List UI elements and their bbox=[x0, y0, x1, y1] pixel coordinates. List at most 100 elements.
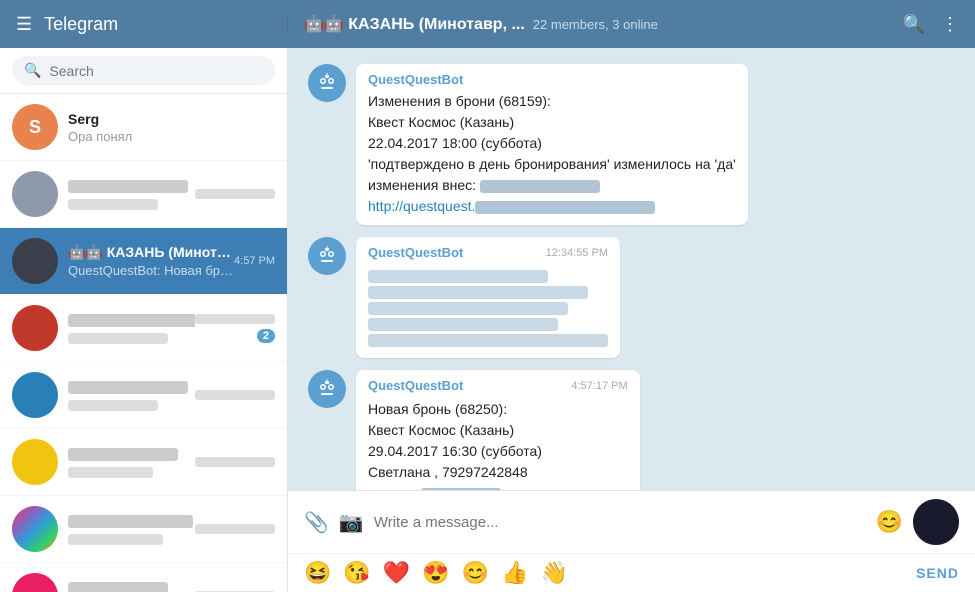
chat-meta bbox=[195, 188, 275, 200]
chat-meta bbox=[195, 389, 275, 401]
emoji-heart[interactable]: ❤️ bbox=[383, 560, 410, 586]
chat-item[interactable] bbox=[0, 161, 287, 228]
chat-time: 4:57 PM bbox=[234, 255, 275, 267]
search-input-wrapper[interactable]: 🔍 bbox=[12, 56, 275, 85]
msg-time-booking: 4:57:17 PM bbox=[571, 380, 627, 392]
chat-name bbox=[68, 580, 195, 592]
message-bubble-booking: QuestQuestBot 4:57:17 PM Новая бронь (68… bbox=[356, 370, 640, 490]
photo-icon[interactable]: 📷 bbox=[339, 510, 364, 535]
search-icon-top[interactable]: 🔍 bbox=[903, 14, 925, 35]
chat-info-col: 🤖🤖 КАЗАНЬ (Минотавр, ... QuestQuestBot: … bbox=[68, 244, 234, 278]
chat-time bbox=[195, 389, 275, 401]
chat-info-header: 🤖🤖 КАЗАНЬ (Минотавр, ... 22 members, 3 o… bbox=[304, 14, 658, 34]
chat-meta: 2 bbox=[195, 313, 275, 343]
sidebar: 🔍 S Serg Ора понял bbox=[0, 48, 288, 592]
chat-info-col bbox=[68, 312, 195, 345]
chat-preview bbox=[68, 397, 195, 412]
chat-info-col: You: ну в счет воялти зачте... bbox=[68, 580, 195, 592]
unread-badge: 2 bbox=[257, 329, 275, 343]
app-title: Telegram bbox=[44, 14, 118, 35]
chat-preview: Ора понял bbox=[68, 129, 275, 144]
search-input[interactable] bbox=[49, 63, 263, 79]
msg-link[interactable]: http://questquest. bbox=[368, 198, 475, 214]
chat-info-col bbox=[68, 178, 195, 211]
chat-item[interactable]: You: ну в счет воялти зачте... bbox=[0, 563, 287, 592]
chat-preview: QuestQuestBot: Новая брон... bbox=[68, 263, 234, 278]
chat-time bbox=[195, 313, 275, 325]
avatar: S bbox=[12, 104, 58, 150]
emoji-laughing[interactable]: 😆 bbox=[304, 560, 331, 586]
chat-members: 22 members, 3 online bbox=[533, 17, 658, 32]
chat-meta bbox=[195, 456, 275, 468]
chat-preview bbox=[68, 531, 195, 546]
chat-item[interactable]: S Serg Ора понял bbox=[0, 94, 287, 161]
chat-preview bbox=[68, 330, 195, 345]
chat-item-active[interactable]: 🤖🤖 КАЗАНЬ (Минотавр, ... QuestQuestBot: … bbox=[0, 228, 287, 295]
emoji-bar: 😆 😘 ❤️ 😍 😊 👍 👋 SEND bbox=[288, 553, 975, 592]
emoji-thumbsup[interactable]: 👍 bbox=[501, 560, 528, 586]
chat-preview bbox=[68, 196, 195, 211]
top-icons: 🔍 ⋮ bbox=[903, 14, 959, 35]
emoji-love-eyes[interactable]: 😍 bbox=[422, 560, 449, 586]
emoji-wave[interactable]: 👋 bbox=[540, 560, 567, 586]
message-group: QuestQuestBot Изменения в брони (68159):… bbox=[308, 64, 955, 225]
avatar bbox=[12, 439, 58, 485]
chat-info-col bbox=[68, 379, 195, 412]
chat-preview bbox=[68, 464, 195, 479]
msg-sender: QuestQuestBot bbox=[368, 72, 736, 87]
search-bar: 🔍 bbox=[0, 48, 287, 94]
chat-time bbox=[195, 188, 275, 200]
chat-info-col bbox=[68, 446, 195, 479]
hamburger-icon[interactable]: ☰ bbox=[16, 14, 32, 35]
chat-meta: 4:57 PM bbox=[234, 255, 275, 267]
chat-time bbox=[195, 523, 275, 535]
main-layout: 🔍 S Serg Ора понял bbox=[0, 48, 975, 592]
input-bar: 📎 📷 😊 bbox=[288, 490, 975, 553]
blurred-message: QuestQuestBot 12:34:55 PM bbox=[356, 237, 620, 358]
message-group-booking: QuestQuestBot 4:57:17 PM Новая бронь (68… bbox=[308, 370, 955, 490]
user-avatar-input bbox=[913, 499, 959, 545]
chat-name bbox=[68, 446, 195, 462]
avatar bbox=[12, 573, 58, 592]
message-bubble-inner: QuestQuestBot Изменения в брони (68159):… bbox=[356, 64, 748, 225]
emoji-group: 😆 😘 ❤️ 😍 😊 👍 👋 bbox=[304, 560, 568, 586]
message-bubble-inner-booking: QuestQuestBot 4:57:17 PM Новая бронь (68… bbox=[356, 370, 640, 490]
message-bubble: QuestQuestBot Изменения в брони (68159):… bbox=[356, 64, 748, 225]
msg-sender: QuestQuestBot bbox=[368, 378, 463, 393]
attach-icon[interactable]: 📎 bbox=[304, 510, 329, 535]
msg-text: Изменения в брони (68159): Квест Космос … bbox=[368, 91, 736, 217]
chat-area: QuestQuestBot Изменения в брони (68159):… bbox=[288, 48, 975, 592]
avatar bbox=[12, 506, 58, 552]
chat-name: 🤖🤖 КАЗАНЬ (Минотавр, ... bbox=[68, 244, 234, 261]
chat-list: S Serg Ора понял bbox=[0, 94, 287, 592]
msg-text-booking: Новая бронь (68250): Квест Космос (Казан… bbox=[368, 399, 628, 490]
chat-name bbox=[68, 513, 195, 529]
emoji-button[interactable]: 😊 bbox=[876, 509, 903, 535]
emoji-smile[interactable]: 😊 bbox=[462, 560, 489, 586]
message-group-blurred: QuestQuestBot 12:34:55 PM bbox=[308, 237, 955, 358]
chat-item[interactable] bbox=[0, 362, 287, 429]
avatar bbox=[12, 372, 58, 418]
emoji-kiss[interactable]: 😘 bbox=[343, 560, 370, 586]
chat-name bbox=[68, 178, 195, 194]
send-button[interactable]: SEND bbox=[916, 565, 959, 581]
message-input[interactable] bbox=[374, 514, 866, 531]
bot-avatar bbox=[308, 237, 346, 275]
top-bar-left: ☰ Telegram bbox=[0, 14, 288, 35]
top-bar: ☰ Telegram 🤖🤖 КАЗАНЬ (Минотавр, ... 22 m… bbox=[0, 0, 975, 48]
chat-meta bbox=[195, 523, 275, 535]
chat-item[interactable]: 2 bbox=[0, 295, 287, 362]
bot-avatar bbox=[308, 64, 346, 102]
avatar bbox=[12, 171, 58, 217]
chat-name bbox=[68, 312, 195, 328]
more-options-icon[interactable]: ⋮ bbox=[941, 14, 959, 35]
chat-item[interactable] bbox=[0, 496, 287, 563]
bot-avatar bbox=[308, 370, 346, 408]
msg-sender: QuestQuestBot bbox=[368, 245, 463, 260]
chat-info-col bbox=[68, 513, 195, 546]
top-bar-right: 🤖🤖 КАЗАНЬ (Минотавр, ... 22 members, 3 o… bbox=[288, 14, 975, 35]
chat-time bbox=[195, 456, 275, 468]
chat-item[interactable] bbox=[0, 429, 287, 496]
avatar bbox=[12, 305, 58, 351]
chat-name bbox=[68, 379, 195, 395]
